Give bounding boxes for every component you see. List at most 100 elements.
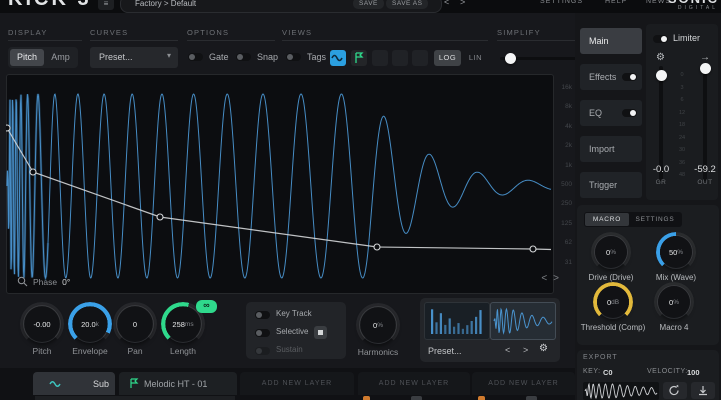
display-nav-arrows[interactable]: <>	[541, 273, 565, 284]
macro-knob-2[interactable]: 50%	[659, 235, 693, 269]
solo-chip-cut	[363, 396, 370, 400]
axis-tick-label: 8k	[554, 103, 572, 110]
tab-amp[interactable]: Amp	[45, 49, 76, 66]
limiter-label: Limiter	[673, 33, 700, 43]
gear-icon[interactable]: ⚙	[656, 52, 665, 63]
layer-tab-sub[interactable]: Sub	[33, 372, 115, 395]
view-option-button-3[interactable]	[412, 50, 428, 66]
save-as-button[interactable]: SAVE AS	[386, 0, 428, 9]
macro-knob-3[interactable]: 0dB	[596, 285, 630, 319]
prev-preset-button[interactable]: <	[444, 0, 449, 7]
curve-preset-dropdown[interactable]: Preset... ▾	[90, 47, 178, 68]
meter-scale-label: 30	[675, 147, 689, 153]
tags-toggle[interactable]	[286, 53, 301, 61]
sidebar-item-trigger[interactable]: Trigger	[580, 172, 642, 198]
snap-toggle[interactable]	[236, 53, 251, 61]
gr-slider-thumb[interactable]	[656, 70, 667, 81]
output-arrow-icon[interactable]: →	[700, 52, 710, 63]
effects-toggle[interactable]	[622, 73, 637, 81]
gr-readout: -0.0	[646, 164, 676, 175]
sustain-toggle[interactable]	[255, 347, 270, 355]
view-option-button-2[interactable]	[392, 50, 408, 66]
help-button[interactable]: HELP	[605, 0, 627, 5]
header-bar: KICK 3 ≡ Factory > Default SAVE SAVE AS …	[0, 0, 721, 13]
app-title: KICK 3	[8, 0, 92, 11]
phase-label: Phase	[33, 277, 57, 287]
preset-browser-field[interactable]: Factory > Default SAVE SAVE AS	[120, 0, 442, 13]
simplify-slider-thumb[interactable]	[505, 53, 516, 64]
selective-label: Selective	[276, 327, 308, 336]
pitch-knob[interactable]: -0.00	[23, 305, 61, 343]
save-button[interactable]: SAVE	[353, 0, 384, 9]
layer-tab-label: Sub	[93, 379, 109, 389]
meter-scale-label: 12	[675, 110, 689, 116]
tab-settings[interactable]: SETTINGS	[630, 213, 680, 226]
solo-chip-cut	[478, 396, 485, 400]
add-new-layer-slot[interactable]: ADD NEW LAYER	[358, 372, 470, 395]
gr-label: GR	[646, 179, 676, 186]
axis-tick-label: 31	[554, 259, 572, 266]
pitch-curve-display[interactable]: Phase 0° <>	[6, 74, 554, 294]
harmonics-knob[interactable]: 0%	[359, 306, 397, 344]
meter-scale-label: 24	[675, 135, 689, 141]
export-velocity-value[interactable]: 100	[687, 368, 700, 377]
next-curve-icon: >	[553, 273, 565, 284]
view-option-button-1[interactable]	[372, 50, 388, 66]
add-new-layer-slot[interactable]: ADD NEW LAYER	[472, 372, 575, 395]
next-wave-icon[interactable]: >	[523, 345, 528, 355]
spectrum-thumbnail[interactable]	[424, 302, 490, 340]
kick3-plugin-window: KICK 3 ≡ Factory > Default SAVE SAVE AS …	[0, 0, 721, 400]
flag-view-button[interactable]	[351, 50, 367, 66]
magnifier-icon[interactable]	[17, 276, 28, 287]
settings-button[interactable]: SETTINGS	[540, 0, 583, 5]
sidebar-item-effects[interactable]: Effects	[580, 64, 642, 90]
wave-preset-value[interactable]: Preset...	[428, 346, 462, 356]
next-preset-button[interactable]: >	[460, 0, 465, 7]
sidebar-item-import[interactable]: Import	[580, 136, 642, 162]
download-icon	[691, 382, 715, 399]
selective-toggle[interactable]	[255, 329, 270, 337]
export-waveform-preview	[583, 382, 659, 400]
eq-toggle[interactable]	[622, 109, 637, 117]
link-icon[interactable]: ∞	[196, 300, 217, 313]
key-track-toggle[interactable]	[255, 311, 270, 319]
spectrum-bars-icon	[425, 303, 489, 339]
wave-settings-gear-icon[interactable]: ⚙	[539, 343, 548, 354]
tags-label: Tags	[307, 52, 326, 62]
section-simplify: SIMPLIFY	[497, 28, 541, 37]
selective-mode-icon[interactable]	[314, 326, 327, 339]
layer-tab-melodic[interactable]: Melodic HT - 01	[119, 372, 237, 395]
export-refresh-button[interactable]	[663, 382, 687, 399]
waveform-thumbnail[interactable]	[490, 302, 556, 340]
sidebar-item-eq[interactable]: EQ	[580, 100, 642, 126]
envelope-knob[interactable]: 20.0k	[71, 305, 109, 343]
gate-toggle[interactable]	[188, 53, 203, 61]
pitch-curve-view-button[interactable]	[330, 50, 346, 66]
meter-scale-label: 6	[675, 97, 689, 103]
out-slider-thumb[interactable]	[700, 63, 711, 74]
preset-path[interactable]: Factory > Default	[135, 0, 196, 8]
pan-knob[interactable]: 0	[116, 305, 154, 343]
display-tab-group: Pitch Amp	[8, 47, 78, 68]
macro-knob-label: Mix (Wave)	[639, 273, 713, 282]
meter-scale-label: 48	[675, 172, 689, 178]
limiter-toggle[interactable]	[653, 35, 668, 43]
prev-wave-icon[interactable]: <	[505, 345, 510, 355]
export-key-value[interactable]: C0	[603, 368, 613, 377]
flag-icon	[351, 50, 367, 66]
lin-scale-button[interactable]: LIN	[463, 50, 488, 66]
sidebar-item-main[interactable]: Main	[580, 28, 642, 54]
export-download-button[interactable]	[691, 382, 715, 399]
divider	[90, 40, 178, 41]
add-new-layer-slot[interactable]: ADD NEW LAYER	[240, 372, 354, 395]
log-scale-button[interactable]: LOG	[434, 50, 461, 66]
tab-macro[interactable]: MACRO	[585, 213, 629, 226]
macro-knob-4[interactable]: 0%	[657, 285, 691, 319]
curve-preset-value: Preset...	[99, 52, 133, 62]
mute-chip-cut	[526, 396, 537, 400]
tab-pitch[interactable]: Pitch	[10, 49, 44, 66]
macro-knob-1[interactable]: 0%	[594, 235, 628, 269]
layer-subrow-cut	[35, 396, 235, 400]
menu-icon[interactable]: ≡	[98, 0, 114, 10]
phase-value[interactable]: 0°	[62, 277, 70, 287]
